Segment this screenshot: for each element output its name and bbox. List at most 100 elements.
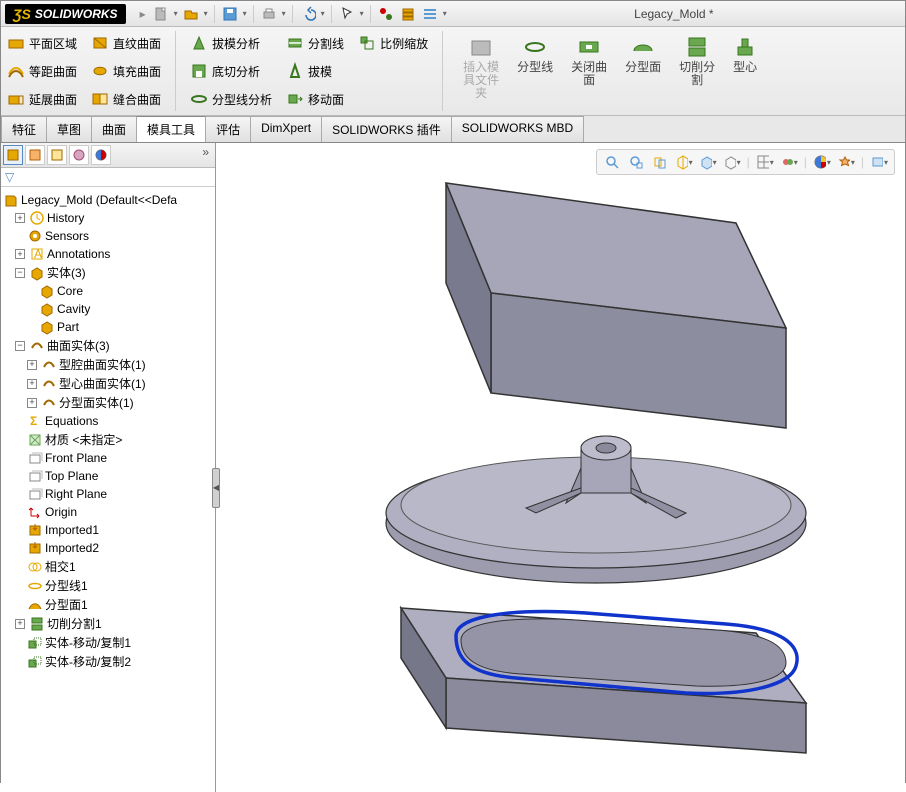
menu-chevron-icon[interactable]: ▸ bbox=[140, 7, 146, 21]
tab-features[interactable]: 特征 bbox=[1, 116, 47, 142]
tree-item-history[interactable]: +History bbox=[3, 209, 213, 227]
draft-analysis-button[interactable]: 拔模分析 bbox=[190, 31, 272, 55]
tab-mold-tools[interactable]: 模具工具 bbox=[136, 116, 206, 142]
tree-item-top-plane[interactable]: Top Plane bbox=[3, 467, 213, 485]
tab-surfaces[interactable]: 曲面 bbox=[91, 116, 137, 142]
hide-show-button[interactable] bbox=[756, 153, 774, 171]
tab-evaluate[interactable]: 评估 bbox=[205, 116, 251, 142]
tree-item-move-copy-body2[interactable]: 实体-移动/复制2 bbox=[3, 652, 213, 671]
tree-item-move-copy-body1[interactable]: 实体-移动/复制1 bbox=[3, 633, 213, 652]
tree-item-part[interactable]: Part bbox=[3, 318, 213, 336]
tree-item-annotations[interactable]: +AAnnotations bbox=[3, 245, 213, 263]
options-button[interactable] bbox=[399, 5, 417, 23]
tree-item-parting-line[interactable]: 分型线1 bbox=[3, 576, 213, 595]
parting-surface-button[interactable]: 分型面 bbox=[619, 31, 667, 111]
expand-panel-button[interactable]: » bbox=[198, 145, 213, 165]
settings-button[interactable] bbox=[421, 5, 439, 23]
tree-root[interactable]: Legacy_Mold (Default<<Defa bbox=[3, 191, 213, 209]
tree-item-surface-bodies[interactable]: −曲面实体(3) bbox=[3, 336, 213, 355]
tree-item-imported1[interactable]: Imported1 bbox=[3, 521, 213, 539]
section-view-button[interactable] bbox=[675, 153, 693, 171]
label: 实体(3) bbox=[47, 264, 86, 281]
expander-icon[interactable]: + bbox=[27, 398, 37, 408]
apply-scene-button[interactable] bbox=[813, 153, 831, 171]
zoom-fit-button[interactable] bbox=[603, 153, 621, 171]
parting-line-button[interactable]: 分型线 bbox=[511, 31, 559, 111]
new-document-button[interactable] bbox=[152, 5, 170, 23]
property-manager-tab[interactable] bbox=[25, 145, 45, 165]
undo-button[interactable] bbox=[299, 5, 317, 23]
ruled-surface-button[interactable]: 直纹曲面 bbox=[91, 31, 161, 55]
tab-sketch[interactable]: 草图 bbox=[46, 116, 92, 142]
tree-item-tooling-split[interactable]: +切削分割1 bbox=[3, 614, 213, 633]
planar-region-button[interactable]: 平面区域 bbox=[7, 31, 77, 55]
panel-tabs: » bbox=[1, 143, 215, 168]
display-style-button[interactable] bbox=[723, 153, 741, 171]
expander-icon[interactable]: + bbox=[27, 360, 37, 370]
edit-appearance-button[interactable] bbox=[780, 153, 798, 171]
shut-off-surface-button[interactable]: 关闭曲面 bbox=[565, 31, 613, 111]
tab-dimxpert[interactable]: DimXpert bbox=[250, 116, 322, 142]
tree-filter[interactable]: ▽ bbox=[1, 168, 215, 187]
expander-icon[interactable]: + bbox=[15, 619, 25, 629]
dropdown-icon[interactable]: ▾ bbox=[360, 9, 364, 18]
tab-solidworks-addins[interactable]: SOLIDWORKS 插件 bbox=[321, 116, 452, 142]
zoom-area-button[interactable] bbox=[627, 153, 645, 171]
view-settings-button[interactable] bbox=[837, 153, 855, 171]
tree-item-equations[interactable]: ΣEquations bbox=[3, 412, 213, 430]
expander-icon[interactable]: − bbox=[15, 341, 25, 351]
display-manager-tab[interactable] bbox=[91, 145, 111, 165]
undercut-analysis-button[interactable]: 底切分析 bbox=[190, 59, 272, 83]
expander-icon[interactable]: + bbox=[15, 213, 25, 223]
render-tools-button[interactable] bbox=[870, 153, 888, 171]
view-orientation-button[interactable] bbox=[699, 153, 717, 171]
move-face-button[interactable]: 移动面 bbox=[286, 87, 344, 111]
tree-item-parting-surface[interactable]: 分型面1 bbox=[3, 595, 213, 614]
open-document-button[interactable] bbox=[182, 5, 200, 23]
tree-item-core[interactable]: Core bbox=[3, 282, 213, 300]
tree-item-sensors[interactable]: Sensors bbox=[3, 227, 213, 245]
tree-item-imported2[interactable]: Imported2 bbox=[3, 539, 213, 557]
scale-button[interactable]: 比例缩放 bbox=[358, 31, 428, 55]
dropdown-icon[interactable]: ▾ bbox=[204, 9, 208, 18]
tree-item-solid-bodies[interactable]: − 实体(3) bbox=[3, 263, 213, 282]
configuration-manager-tab[interactable] bbox=[47, 145, 67, 165]
3d-viewport[interactable]: | | | bbox=[216, 143, 905, 792]
split-line-button[interactable]: 分割线 bbox=[286, 31, 344, 55]
panel-splitter[interactable] bbox=[212, 468, 220, 508]
tree-item-core-surface-body[interactable]: +型心曲面实体(1) bbox=[3, 374, 213, 393]
tree-item-intersect[interactable]: 相交1 bbox=[3, 557, 213, 576]
tree-item-material[interactable]: 材质 <未指定> bbox=[3, 430, 213, 449]
rebuild-button[interactable] bbox=[377, 5, 395, 23]
dropdown-icon[interactable]: ▾ bbox=[321, 9, 325, 18]
tree-item-front-plane[interactable]: Front Plane bbox=[3, 449, 213, 467]
core-button[interactable]: 型心 bbox=[727, 31, 763, 111]
dropdown-icon[interactable]: ▾ bbox=[282, 9, 286, 18]
tree-item-parting-surface-body[interactable]: +分型面实体(1) bbox=[3, 393, 213, 412]
previous-view-button[interactable] bbox=[651, 153, 669, 171]
extend-surface-button[interactable]: 延展曲面 bbox=[7, 87, 77, 111]
expander-icon[interactable]: − bbox=[15, 268, 25, 278]
tree-item-cavity-surface-body[interactable]: + 型腔曲面实体(1) bbox=[3, 355, 213, 374]
dimxpert-manager-tab[interactable] bbox=[69, 145, 89, 165]
feature-tree-tab[interactable] bbox=[3, 145, 23, 165]
dropdown-icon[interactable]: ▾ bbox=[174, 9, 178, 18]
save-button[interactable] bbox=[221, 5, 239, 23]
tree-item-cavity[interactable]: Cavity bbox=[3, 300, 213, 318]
print-button[interactable] bbox=[260, 5, 278, 23]
select-button[interactable] bbox=[338, 5, 356, 23]
tree-item-origin[interactable]: Origin bbox=[3, 503, 213, 521]
tab-solidworks-mbd[interactable]: SOLIDWORKS MBD bbox=[451, 116, 584, 142]
tree-item-right-plane[interactable]: Right Plane bbox=[3, 485, 213, 503]
expander-icon[interactable]: + bbox=[27, 379, 37, 389]
parting-line-analysis-button[interactable]: 分型线分析 bbox=[190, 87, 272, 111]
offset-surface-button[interactable]: 等距曲面 bbox=[7, 59, 77, 83]
dropdown-icon[interactable]: ▾ bbox=[243, 9, 247, 18]
fill-surface-button[interactable]: 填充曲面 bbox=[91, 59, 161, 83]
tooling-split-button[interactable]: 切削分割 bbox=[673, 31, 721, 111]
draft-button[interactable]: 拔模 bbox=[286, 59, 344, 83]
label: 实体-移动/复制1 bbox=[45, 634, 131, 651]
knit-surface-button[interactable]: 缝合曲面 bbox=[91, 87, 161, 111]
label: 型腔曲面实体(1) bbox=[59, 356, 146, 373]
expander-icon[interactable]: + bbox=[15, 249, 25, 259]
